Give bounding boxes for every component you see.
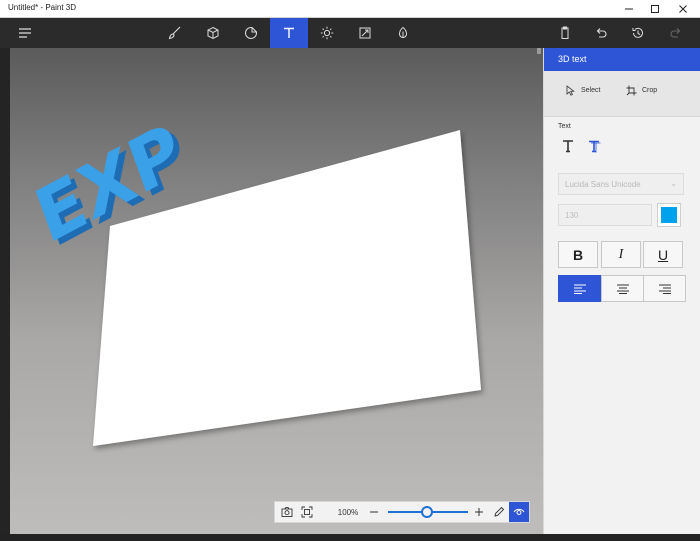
- underline-button[interactable]: U: [643, 241, 683, 268]
- font-value: Lucida Sans Unicode: [565, 180, 641, 189]
- align-center-button[interactable]: [601, 275, 644, 302]
- menu-button[interactable]: [6, 18, 44, 48]
- 2d-text-button[interactable]: [559, 137, 577, 155]
- canvas-left-edge: [0, 48, 10, 534]
- bold-button[interactable]: B: [558, 241, 598, 268]
- tool-3d-shapes[interactable]: [194, 18, 232, 48]
- tool-text[interactable]: [270, 18, 308, 48]
- paste-icon: [561, 26, 569, 39]
- zoom-slider-thumb[interactable]: [421, 506, 433, 518]
- tool-canvas[interactable]: [346, 18, 384, 48]
- hamburger-icon: [19, 28, 31, 38]
- tool-stickers[interactable]: [232, 18, 270, 48]
- side-panel: 3D text Select Crop Text Lucida Sans Uni…: [543, 48, 700, 534]
- cube-icon: [207, 26, 219, 40]
- canvas-scene: EXP EXP: [25, 108, 481, 446]
- library-icon: [398, 26, 408, 38]
- maximize-icon: [651, 5, 659, 13]
- italic-button[interactable]: I: [601, 241, 641, 268]
- camera-icon: [281, 507, 293, 517]
- panel-actions: Select Crop: [544, 71, 700, 117]
- undo-button[interactable]: [582, 18, 620, 48]
- color-swatch: [661, 207, 677, 223]
- zoom-bar: 100%: [274, 501, 530, 523]
- align-right-button[interactable]: [643, 275, 686, 302]
- fit-to-screen-button[interactable]: [298, 502, 316, 522]
- chevron-down-icon: ⌄: [670, 179, 677, 188]
- text-icon: [284, 27, 294, 38]
- window-bottom-edge: [0, 534, 700, 541]
- view-3d-button[interactable]: [509, 502, 529, 522]
- tool-brushes[interactable]: [156, 18, 194, 48]
- align-center-icon: [616, 284, 629, 294]
- align-left-button[interactable]: [558, 275, 601, 302]
- minimize-button[interactable]: [616, 0, 642, 18]
- text-color-picker[interactable]: [657, 203, 681, 227]
- text-3d-icon: [588, 140, 600, 152]
- minus-icon: [370, 511, 378, 513]
- text-2d-icon: [563, 140, 573, 153]
- 3d-text-button[interactable]: [585, 137, 603, 155]
- close-icon: [679, 5, 687, 13]
- font-size-input[interactable]: 130: [558, 204, 652, 226]
- paste-button[interactable]: [546, 18, 584, 48]
- screenshot-button[interactable]: [278, 502, 296, 522]
- text-section-label: Text: [558, 123, 571, 130]
- canvas-area[interactable]: EXP EXP: [10, 48, 543, 534]
- font-select[interactable]: Lucida Sans Unicode ⌄: [558, 173, 684, 195]
- main-toolbar: [0, 18, 700, 48]
- tool-effects[interactable]: [308, 18, 346, 48]
- close-button[interactable]: [670, 0, 696, 18]
- brush-icon: [168, 26, 181, 40]
- scrollbar-thumb[interactable]: [537, 48, 541, 54]
- crop-icon: [626, 85, 637, 96]
- history-button[interactable]: [619, 18, 657, 48]
- edit-button[interactable]: [490, 502, 508, 522]
- zoom-out-button[interactable]: [367, 502, 381, 522]
- select-button[interactable]: Select: [565, 85, 600, 96]
- align-left-icon: [573, 284, 586, 294]
- panel-title: 3D text: [544, 48, 700, 71]
- maximize-button[interactable]: [642, 0, 668, 18]
- redo-button[interactable]: [657, 18, 695, 48]
- sticker-icon: [245, 27, 257, 39]
- history-icon: [632, 27, 643, 38]
- cursor-icon: [566, 85, 575, 96]
- pencil-icon: [494, 506, 505, 517]
- plus-icon: [475, 508, 483, 516]
- tool-3d-library[interactable]: [384, 18, 422, 48]
- crop-button[interactable]: Crop: [626, 85, 657, 96]
- minimize-icon: [625, 8, 633, 10]
- select-label: Select: [581, 87, 601, 94]
- zoom-in-button[interactable]: [472, 502, 486, 522]
- eye-icon: [513, 508, 525, 515]
- font-size-value: 130: [565, 211, 579, 220]
- crop-label: Crop: [642, 87, 658, 94]
- title-bar: Untitled* - Paint 3D: [0, 0, 700, 18]
- align-right-icon: [658, 284, 671, 294]
- sun-icon: [320, 26, 334, 40]
- canvas-resize-icon: [359, 27, 371, 39]
- undo-icon: [596, 28, 607, 38]
- zoom-value: 100%: [337, 507, 359, 517]
- redo-icon: [670, 28, 681, 38]
- window-title: Untitled* - Paint 3D: [8, 3, 77, 12]
- fit-screen-icon: [301, 506, 313, 518]
